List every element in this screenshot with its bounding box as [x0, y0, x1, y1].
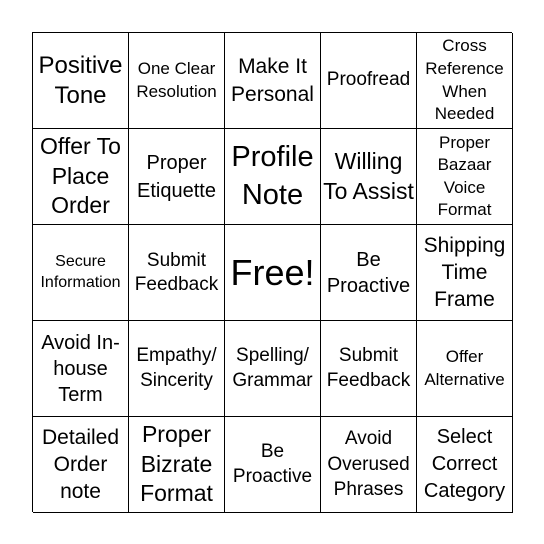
- bingo-cell: Proper Etiquette: [129, 129, 225, 225]
- bingo-cell: Be Proactive: [225, 417, 321, 513]
- bingo-cell: Select Correct Category: [417, 417, 513, 513]
- bingo-cell: Willing To Assist: [321, 129, 417, 225]
- bingo-cell: Proper Bizrate Format: [129, 417, 225, 513]
- bingo-cell: Submit Feedback: [129, 225, 225, 321]
- bingo-cell: Proper Bazaar Voice Format: [417, 129, 513, 225]
- bingo-cell: Submit Feedback: [321, 321, 417, 417]
- free-space-cell: Free!: [225, 225, 321, 321]
- bingo-cell: Proofread: [321, 33, 417, 129]
- bingo-cell: Avoid In-house Term: [33, 321, 129, 417]
- bingo-grid: Positive Tone One Clear Resolution Make It…: [32, 32, 513, 513]
- bingo-cell: Make It Personal: [225, 33, 321, 129]
- bingo-cell: Detailed Order note: [33, 417, 129, 513]
- bingo-cell: Profile Note: [225, 129, 321, 225]
- bingo-cell: One Clear Resolution: [129, 33, 225, 129]
- bingo-cell: Offer To Place Order: [33, 129, 129, 225]
- bingo-cell: Empathy/ Sincerity: [129, 321, 225, 417]
- bingo-cell: Be Proactive: [321, 225, 417, 321]
- bingo-cell: Positive Tone: [33, 33, 129, 129]
- bingo-cell: Secure Information: [33, 225, 129, 321]
- bingo-cell: Spelling/ Grammar: [225, 321, 321, 417]
- bingo-cell: Shipping Time Frame: [417, 225, 513, 321]
- bingo-cell: Offer Alternative: [417, 321, 513, 417]
- bingo-cell: Cross Reference When Needed: [417, 33, 513, 129]
- bingo-cell: Avoid Overused Phrases: [321, 417, 417, 513]
